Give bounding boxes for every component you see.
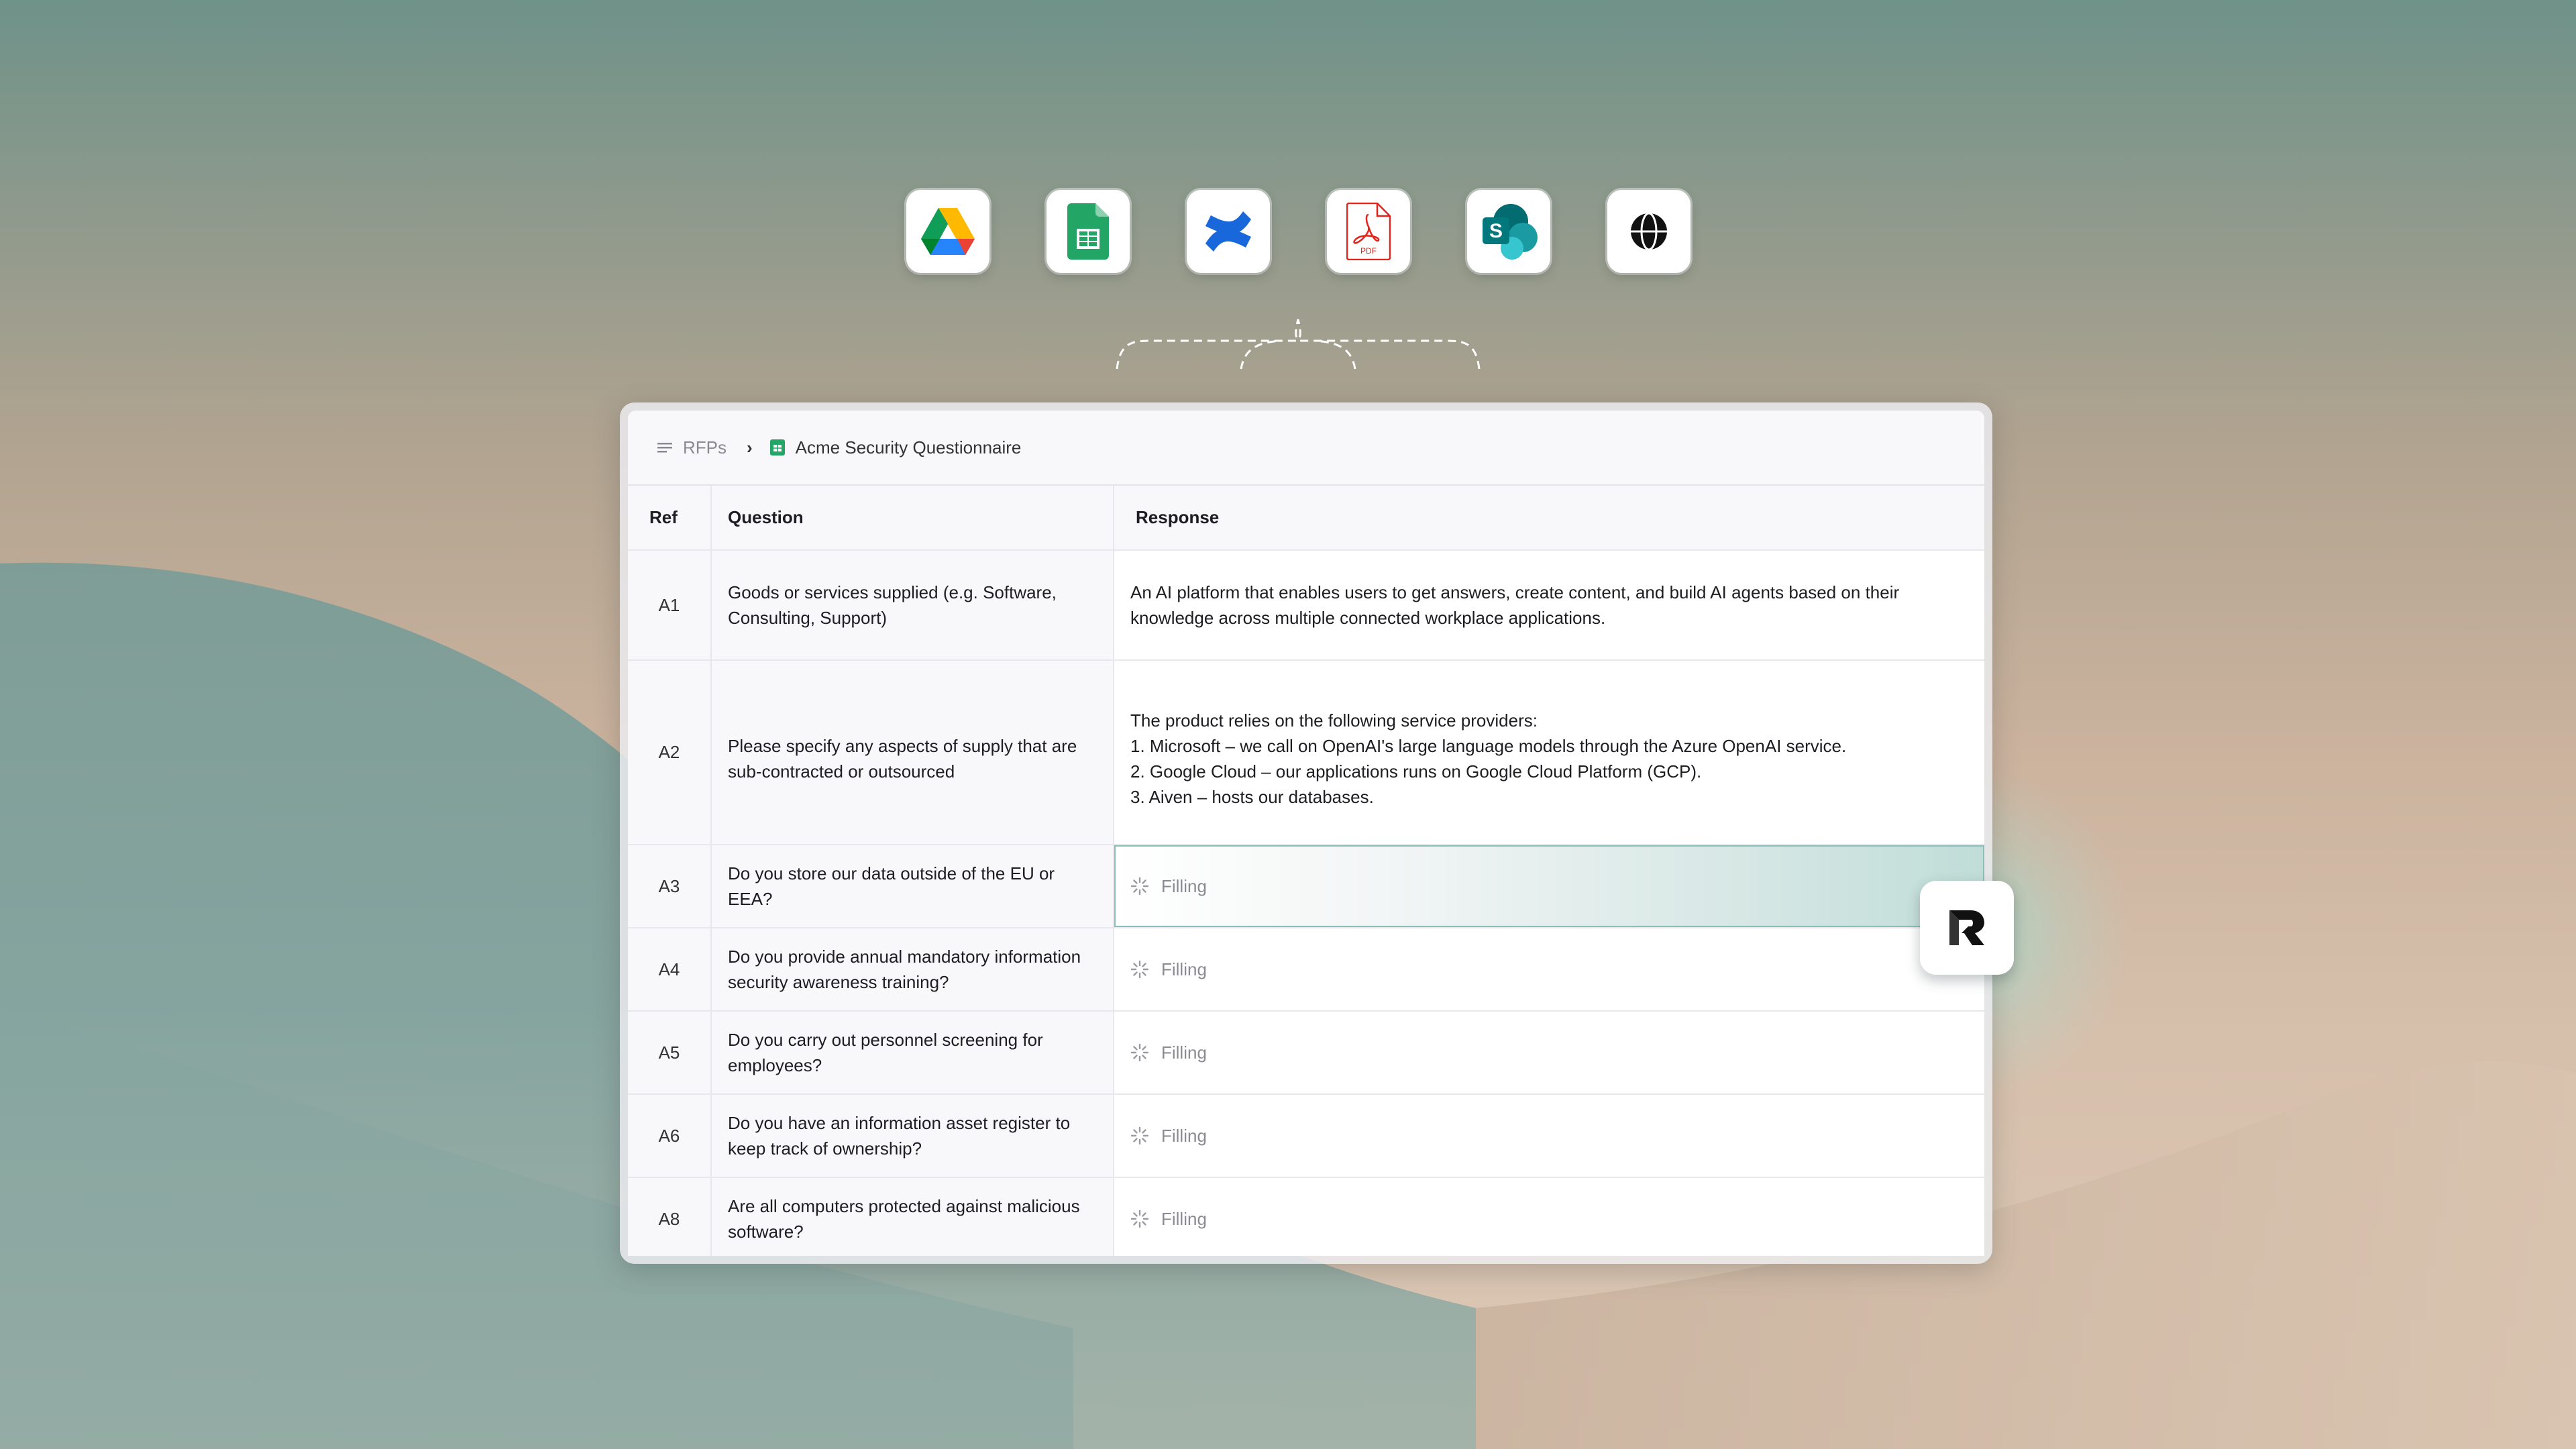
header-question[interactable]: Question: [711, 486, 1114, 551]
question-cell[interactable]: Please specify any aspects of supply tha…: [711, 660, 1114, 845]
question-cell[interactable]: Do you have an information asset registe…: [711, 1094, 1114, 1178]
header-response[interactable]: Response: [1114, 486, 1984, 551]
filling-status: Filling: [1130, 957, 1957, 982]
question-cell[interactable]: Do you provide annual mandatory informat…: [711, 928, 1114, 1012]
filling-status: Filling: [1130, 1040, 1957, 1065]
google-drive-icon[interactable]: [906, 190, 989, 273]
ref-cell[interactable]: A4: [628, 928, 712, 1012]
question-cell[interactable]: Are all computers protected against mali…: [711, 1177, 1114, 1256]
globe-icon[interactable]: [1607, 190, 1690, 273]
sharepoint-icon-label: S: [1489, 220, 1503, 242]
question-cell[interactable]: Goods or services supplied (e.g. Softwar…: [711, 550, 1114, 661]
ref-cell[interactable]: A3: [628, 845, 712, 928]
agent-logo-icon: [1949, 910, 1984, 945]
questionnaire-table: Ref Question Response A1 Goods or servic…: [628, 486, 1984, 1256]
spinner-icon: [1130, 1126, 1149, 1145]
ref-cell[interactable]: A5: [628, 1011, 712, 1095]
filling-status: Filling: [1130, 1123, 1957, 1148]
table-row: A4 Do you provide annual mandatory infor…: [628, 928, 1984, 1012]
table-row: A6 Do you have an information asset regi…: [628, 1094, 1984, 1178]
google-sheets-icon[interactable]: [1046, 190, 1130, 273]
breadcrumb-current[interactable]: Acme Security Questionnaire: [796, 437, 1022, 458]
filling-status: Filling: [1130, 873, 1957, 899]
response-cell[interactable]: Filling: [1114, 928, 1984, 1012]
table-header-row: Ref Question Response: [628, 486, 1984, 551]
ref-cell[interactable]: A2: [628, 660, 712, 845]
question-cell[interactable]: Do you store our data outside of the EU …: [711, 845, 1114, 928]
breadcrumb: RFPs › Acme Security Questionnaire: [628, 411, 1984, 486]
ref-cell[interactable]: A6: [628, 1094, 712, 1178]
filling-label: Filling: [1161, 1042, 1207, 1063]
filling-label: Filling: [1161, 959, 1207, 979]
list-icon: [657, 443, 672, 453]
filling-label: Filling: [1161, 1209, 1207, 1229]
agent-logo-badge[interactable]: [1920, 881, 2014, 975]
response-cell[interactable]: An AI platform that enables users to get…: [1114, 550, 1984, 661]
question-cell[interactable]: Do you carry out personnel screening for…: [711, 1011, 1114, 1095]
filling-status: Filling: [1130, 1206, 1957, 1232]
response-cell[interactable]: Filling: [1114, 845, 1984, 928]
ref-cell[interactable]: A8: [628, 1177, 712, 1256]
response-cell[interactable]: The product relies on the following serv…: [1114, 660, 1984, 845]
response-cell[interactable]: Filling: [1114, 1177, 1984, 1256]
filling-label: Filling: [1161, 1126, 1207, 1146]
breadcrumb-parent[interactable]: RFPs: [683, 437, 727, 458]
spinner-icon: [1130, 960, 1149, 979]
table-row-active: A3 Do you store our data outside of the …: [628, 845, 1984, 928]
table-row: A5 Do you carry out personnel screening …: [628, 1011, 1984, 1095]
spinner-icon: [1130, 1043, 1149, 1062]
table-row: A2 Please specify any aspects of supply …: [628, 660, 1984, 845]
response-cell[interactable]: Filling: [1114, 1011, 1984, 1095]
connector-brace: [1116, 319, 1481, 370]
integration-icons: PDF S: [906, 190, 1690, 273]
pdf-icon-label: PDF: [1360, 246, 1377, 256]
response-cell[interactable]: Filling: [1114, 1094, 1984, 1178]
table-row: A1 Goods or services supplied (e.g. Soft…: [628, 550, 1984, 661]
questionnaire-card: RFPs › Acme Security Questionnaire Ref Q…: [620, 402, 1992, 1264]
header-ref[interactable]: Ref: [628, 486, 712, 551]
sharepoint-icon[interactable]: S: [1467, 190, 1550, 273]
spinner-icon: [1130, 1210, 1149, 1228]
questionnaire-panel: RFPs › Acme Security Questionnaire Ref Q…: [628, 411, 1984, 1256]
chevron-right-icon: ›: [747, 437, 753, 458]
spinner-icon: [1130, 877, 1149, 896]
sheet-icon: [769, 439, 785, 455]
pdf-icon[interactable]: PDF: [1327, 190, 1410, 273]
confluence-icon[interactable]: [1187, 190, 1270, 273]
table-row: A8 Are all computers protected against m…: [628, 1177, 1984, 1256]
ref-cell[interactable]: A1: [628, 550, 712, 661]
filling-label: Filling: [1161, 876, 1207, 896]
